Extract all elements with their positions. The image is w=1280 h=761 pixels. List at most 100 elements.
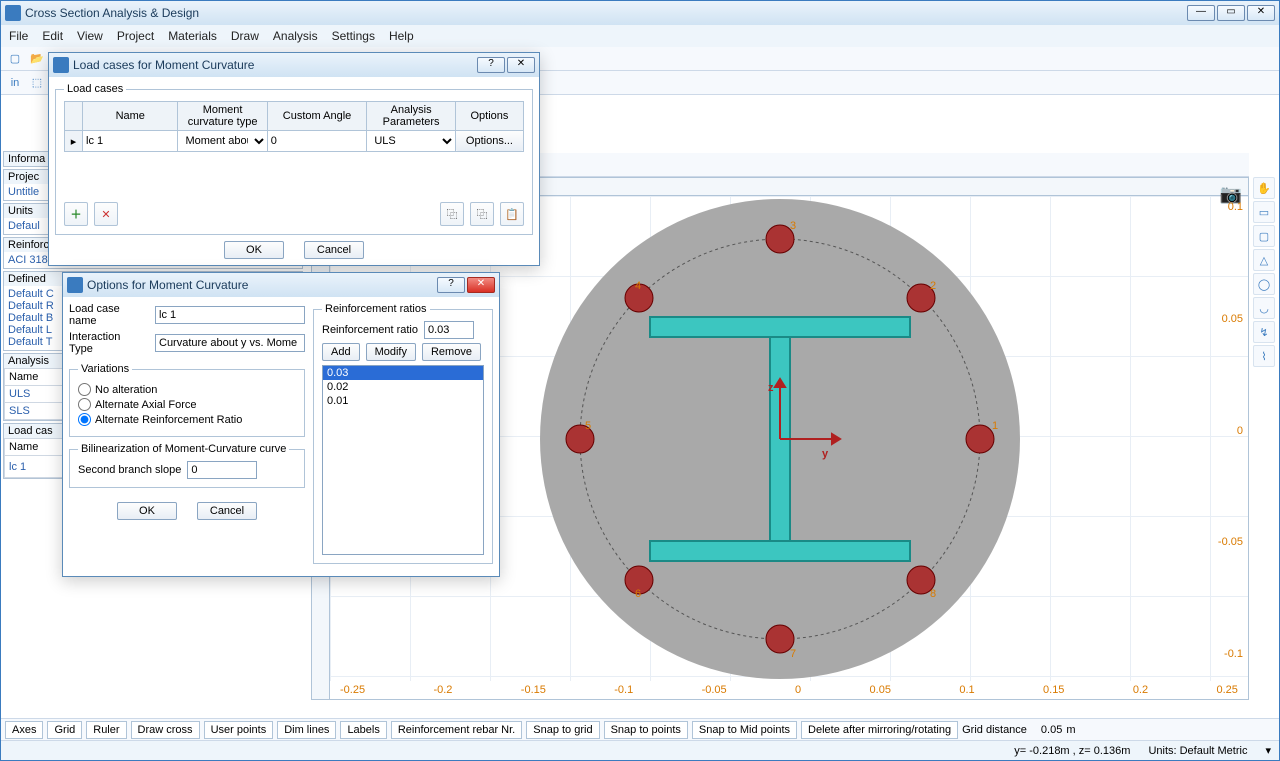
menu-project[interactable]: Project: [117, 29, 154, 43]
delete-row-icon[interactable]: ✕: [94, 202, 118, 226]
tool-icon[interactable]: ⌇: [1253, 345, 1275, 367]
units-dropdown-icon[interactable]: ▾: [1265, 744, 1271, 757]
ok-button[interactable]: OK: [117, 502, 177, 520]
menu-file[interactable]: File: [9, 29, 28, 43]
tool-icon[interactable]: in: [5, 73, 25, 93]
toggle-snap-points[interactable]: Snap to points: [604, 721, 688, 739]
ok-button[interactable]: OK: [224, 241, 284, 259]
main-title: Cross Section Analysis & Design: [25, 6, 1183, 20]
reinforcement-ratios-group: Reinforcement ratios Reinforcement ratio…: [313, 303, 493, 564]
svg-text:4: 4: [635, 280, 641, 292]
row-name-input[interactable]: [83, 131, 177, 151]
maximize-button[interactable]: ▭: [1217, 5, 1245, 21]
radio-alt-axial[interactable]: [78, 398, 91, 411]
variations-label: Variations: [78, 363, 132, 375]
svg-text:z: z: [768, 382, 774, 394]
copy-icon[interactable]: ⿻: [470, 202, 494, 226]
app-icon: [53, 57, 69, 73]
svg-text:y: y: [822, 448, 829, 460]
svg-text:2: 2: [930, 280, 936, 292]
tool-icon[interactable]: ↯: [1253, 321, 1275, 343]
hand-icon[interactable]: ✋: [1253, 177, 1275, 199]
status-coords: y= -0.218m , z= 0.136m: [1014, 745, 1130, 757]
tool-icon[interactable]: ⬚: [27, 73, 47, 93]
cross-section-drawing: 1 2 3 4 5 6 7 8 y z: [520, 179, 1040, 699]
grid-distance-unit: m: [1066, 724, 1075, 736]
menu-edit[interactable]: Edit: [42, 29, 63, 43]
bottom-toggle-bar: Axes Grid Ruler Draw cross User points D…: [1, 718, 1279, 740]
app-icon: [67, 277, 83, 293]
list-item[interactable]: 0.01: [323, 394, 483, 408]
toggle-labels[interactable]: Labels: [340, 721, 386, 739]
toggle-grid[interactable]: Grid: [47, 721, 82, 739]
dialog-title: Load cases for Moment Curvature: [73, 58, 473, 72]
rr-input[interactable]: [424, 321, 474, 339]
variations-group: Variations No alteration Alternate Axial…: [69, 363, 305, 437]
remove-button[interactable]: Remove: [422, 343, 481, 361]
col-angle: Custom Angle: [267, 102, 367, 131]
grid-distance-label: Grid distance: [962, 724, 1027, 736]
cancel-button[interactable]: Cancel: [304, 241, 364, 259]
row-params-select[interactable]: ULS: [367, 131, 455, 151]
list-item[interactable]: 0.02: [323, 380, 483, 394]
toggle-snap-mid[interactable]: Snap to Mid points: [692, 721, 797, 739]
dialog-title: Options for Moment Curvature: [87, 278, 433, 292]
toggle-drawcross[interactable]: Draw cross: [131, 721, 200, 739]
row-indicator-icon: ▸: [65, 131, 83, 152]
svg-text:8: 8: [930, 588, 936, 600]
menu-draw[interactable]: Draw: [231, 29, 259, 43]
help-button[interactable]: ?: [477, 57, 505, 73]
svg-text:3: 3: [790, 220, 796, 232]
toggle-userpoints[interactable]: User points: [204, 721, 274, 739]
toggle-delete-after[interactable]: Delete after mirroring/rotating: [801, 721, 958, 739]
menu-view[interactable]: View: [77, 29, 103, 43]
toggle-ruler[interactable]: Ruler: [86, 721, 126, 739]
paste-icon[interactable]: 📋: [500, 202, 524, 226]
toggle-snap-grid[interactable]: Snap to grid: [526, 721, 599, 739]
tool-icon[interactable]: ▭: [1253, 201, 1275, 223]
add-button[interactable]: Add: [322, 343, 360, 361]
menubar: File Edit View Project Materials Draw An…: [1, 25, 1279, 47]
tool-icon[interactable]: △: [1253, 249, 1275, 271]
radio-alt-reinforcement[interactable]: [78, 413, 91, 426]
right-toolbar: ✋ ▭ ▢ △ ◯ ◡ ↯ ⌇: [1253, 177, 1277, 367]
tool-icon[interactable]: ▢: [1253, 225, 1275, 247]
interaction-type-label: Interaction Type: [69, 331, 147, 355]
slope-input[interactable]: [187, 461, 257, 479]
menu-materials[interactable]: Materials: [168, 29, 217, 43]
copy-icon[interactable]: ⿻: [440, 202, 464, 226]
tool-icon[interactable]: ◡: [1253, 297, 1275, 319]
toggle-dimlines[interactable]: Dim lines: [277, 721, 336, 739]
loadcase-name-label: Load case name: [69, 303, 147, 327]
modify-button[interactable]: Modify: [366, 343, 416, 361]
list-item[interactable]: 0.03: [323, 366, 483, 380]
row-type-select[interactable]: Moment about y: [178, 131, 266, 151]
cancel-button[interactable]: Cancel: [197, 502, 257, 520]
radio-no-alteration[interactable]: [78, 383, 91, 396]
interaction-type-input[interactable]: [155, 334, 305, 352]
minimize-button[interactable]: —: [1187, 5, 1215, 21]
row-options-button[interactable]: Options...: [456, 131, 523, 151]
toggle-axes[interactable]: Axes: [5, 721, 43, 739]
help-button[interactable]: ?: [437, 277, 465, 293]
new-file-icon[interactable]: ▢: [5, 49, 25, 69]
dialog-load-cases: Load cases for Moment Curvature ? ✕ Load…: [48, 52, 540, 266]
rr-listbox[interactable]: 0.03 0.02 0.01: [322, 365, 484, 555]
loadcase-name-input[interactable]: [155, 306, 305, 324]
open-file-icon[interactable]: 📂: [27, 49, 47, 69]
close-button[interactable]: ✕: [1247, 5, 1275, 21]
tool-icon[interactable]: ◯: [1253, 273, 1275, 295]
grid-distance-value: 0.05: [1041, 724, 1062, 736]
menu-help[interactable]: Help: [389, 29, 414, 43]
col-options: Options: [455, 102, 523, 131]
add-row-icon[interactable]: ＋: [64, 202, 88, 226]
close-button[interactable]: ✕: [507, 57, 535, 73]
status-bar: y= -0.218m , z= 0.136m Units: Default Me…: [1, 740, 1279, 760]
col-type: Moment curvature type: [178, 102, 267, 131]
close-button[interactable]: ✕: [467, 277, 495, 293]
menu-settings[interactable]: Settings: [332, 29, 375, 43]
bilinearization-label: Bilinearization of Moment-Curvature curv…: [78, 443, 289, 455]
toggle-rebar-nr[interactable]: Reinforcement rebar Nr.: [391, 721, 522, 739]
row-angle-input[interactable]: [268, 131, 367, 151]
menu-analysis[interactable]: Analysis: [273, 29, 318, 43]
